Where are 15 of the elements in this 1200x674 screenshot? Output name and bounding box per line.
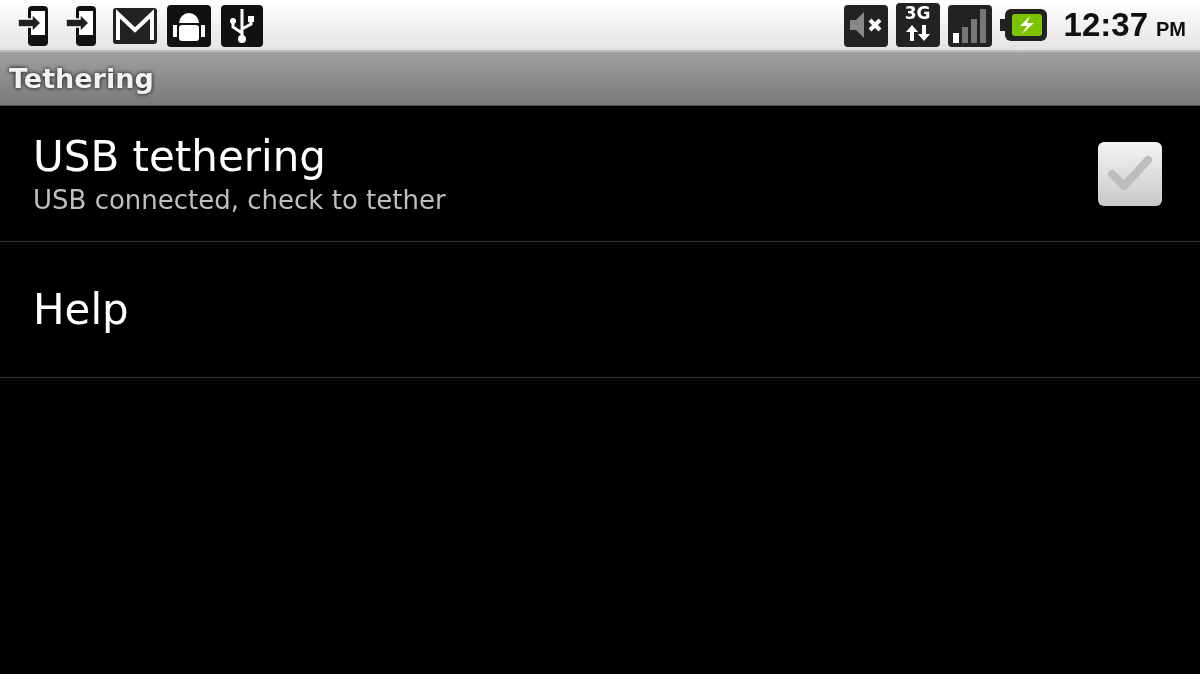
setting-summary: USB connected, check to tether	[33, 185, 447, 215]
setting-title[interactable]: USB tethering	[33, 132, 1098, 181]
setting-title[interactable]: Help	[33, 285, 1162, 334]
check-icon	[1108, 155, 1152, 192]
clock-time: 12:37	[1063, 6, 1148, 44]
data-arrows-icon	[903, 23, 932, 43]
android-icon	[166, 3, 212, 47]
clock-period: PM	[1156, 17, 1186, 41]
checkbox[interactable]	[1098, 141, 1162, 206]
signal-icon	[947, 3, 992, 47]
usb-icon	[220, 3, 264, 47]
network-type: 3G	[904, 3, 931, 23]
mute-icon	[843, 3, 888, 47]
battery-charging-icon	[999, 7, 1048, 43]
screen-title: Tethering	[9, 63, 154, 94]
